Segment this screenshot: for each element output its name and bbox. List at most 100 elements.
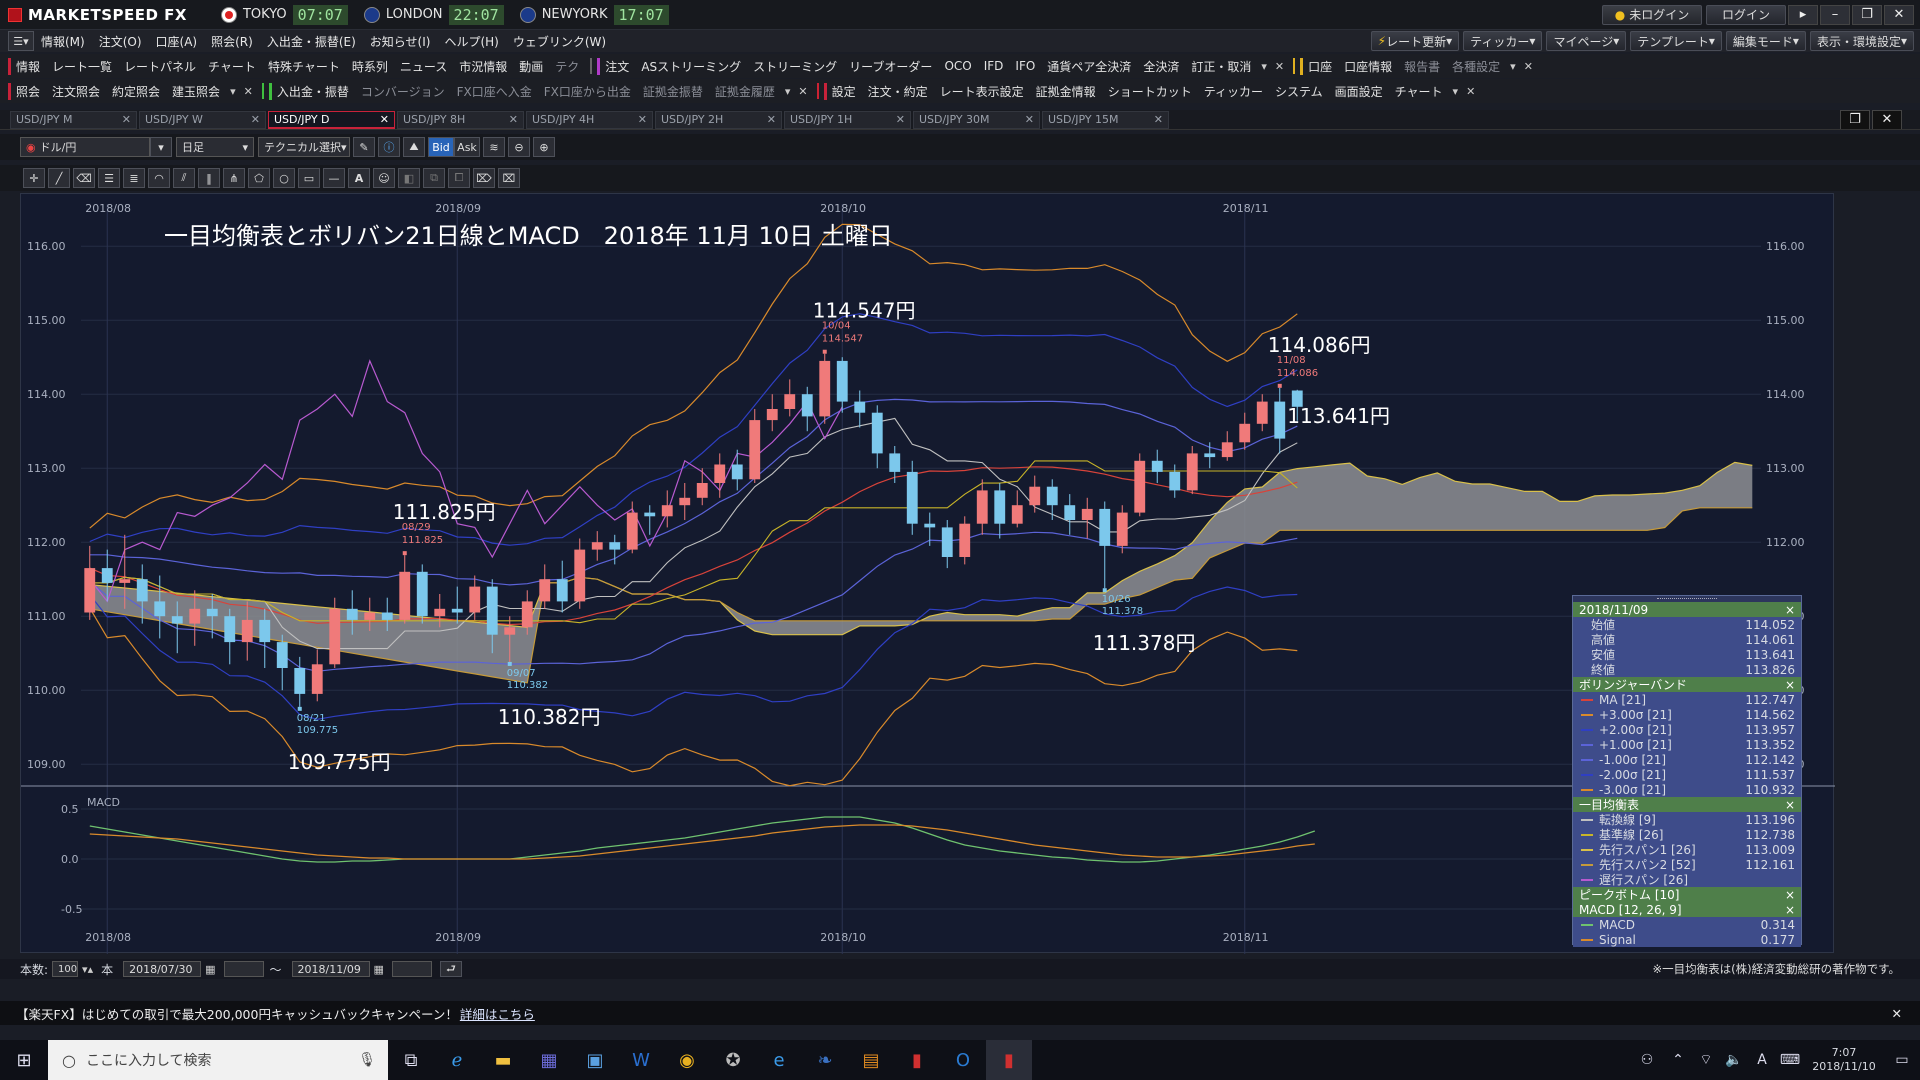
feather-icon[interactable]: ❧ <box>802 1040 848 1080</box>
chrome-icon[interactable]: ◉ <box>664 1040 710 1080</box>
ime-indicator[interactable]: A <box>1748 1040 1776 1080</box>
right-menu-button[interactable]: ティッカー ▾ <box>1463 31 1543 51</box>
toolbar-item[interactable]: 注文照会 <box>46 83 106 100</box>
crosshair-icon[interactable]: ✛ <box>23 168 45 188</box>
menu-item[interactable]: 情報(M) <box>34 33 92 50</box>
compare-icon[interactable]: ≋ <box>483 137 505 157</box>
close-icon[interactable]: × <box>1785 798 1795 812</box>
to-date-input[interactable]: 2018/11/09 <box>291 961 370 977</box>
close-tab-icon[interactable]: ✕ <box>767 113 776 126</box>
period-select[interactable]: 日足 ▾ <box>176 137 254 157</box>
toolbar-item[interactable]: 照会 <box>8 82 46 100</box>
menu-item[interactable]: 口座(A) <box>149 33 205 50</box>
tray-chevron-icon[interactable]: ⌃ <box>1664 1040 1692 1080</box>
indicator-info-panel[interactable]: 2018/11/09 × 始値 114.052 高値 114.061 安値 113.641 終… <box>1572 595 1802 947</box>
tab-usd-jpy-2h[interactable]: USD/JPY 2H ✕ <box>655 110 782 129</box>
toolbar-item[interactable]: 特殊チャート <box>262 58 346 75</box>
close-icon[interactable]: × <box>1785 903 1795 917</box>
volume-icon[interactable]: 🔈 <box>1720 1040 1748 1080</box>
stamp-icon[interactable]: ☺ <box>373 168 395 188</box>
right-menu-button[interactable]: マイページ ▾ <box>1546 31 1627 51</box>
orange-app-icon[interactable]: ▤ <box>848 1040 894 1080</box>
toolbar-item[interactable]: 口座 <box>1300 57 1338 75</box>
toolbar-item[interactable]: 証拠金振替 <box>637 83 709 100</box>
close-tab-icon[interactable]: ✕ <box>1025 113 1034 126</box>
toolbar-item[interactable]: FX口座から出金 <box>538 83 637 100</box>
edge-icon[interactable]: e <box>756 1040 802 1080</box>
toolbar-item[interactable]: IFD <box>978 59 1010 73</box>
toolbar-item[interactable]: ショートカット <box>1102 83 1198 100</box>
marketspeed-icon[interactable]: ▮ <box>894 1040 940 1080</box>
login-button[interactable]: ログイン <box>1706 4 1786 25</box>
toolbar-item[interactable]: 約定照会 <box>106 83 166 100</box>
eraser-icon[interactable]: ⌫ <box>73 168 95 188</box>
close-banner-icon[interactable]: ✕ <box>1892 1006 1902 1021</box>
from-date-input[interactable]: 2018/07/30 <box>123 961 202 977</box>
restore-chart-icon[interactable]: ❐ <box>1840 110 1870 129</box>
minimize-icon[interactable]: – <box>1820 4 1850 25</box>
menu-item[interactable]: お知らせ(I) <box>363 33 438 50</box>
menu-item[interactable]: 注文(O) <box>92 33 149 50</box>
right-menu-button[interactable]: 表示・環境設定 ▾ <box>1809 31 1914 51</box>
toolbar-item[interactable]: ストリーミング <box>747 58 843 75</box>
dropdown-icon[interactable]: ▾ <box>1449 85 1463 98</box>
taskbar-clock[interactable]: 7:07 2018/11/10 <box>1804 1046 1884 1074</box>
copy-icon[interactable]: ⧉ <box>423 168 445 188</box>
paste-icon[interactable]: ⧠ <box>448 168 470 188</box>
toolbar-item[interactable]: レート一覧 <box>46 58 118 75</box>
price-chart[interactable]: 116.00 116.00 115.00 115.00 114.00 114.00 113.… <box>20 193 1835 954</box>
input-icon[interactable]: ⌨ <box>1776 1040 1804 1080</box>
right-menu-button[interactable]: 編集モード ▾ <box>1725 31 1806 51</box>
mountain-chart-icon[interactable]: ⛰ <box>403 137 425 157</box>
delete-all-icon[interactable]: ⌧ <box>498 168 520 188</box>
toolbar-item[interactable]: 入出金・振替 <box>268 82 355 100</box>
toolbar-item[interactable]: OCO <box>938 59 977 73</box>
toolbar-item[interactable]: 設定 <box>823 82 862 100</box>
zoom-out-icon[interactable]: ⊖ <box>508 137 530 157</box>
menu-item[interactable]: ヘルプ(H) <box>437 33 505 50</box>
toolbar-item[interactable]: 各種設定 <box>1446 58 1506 75</box>
people-icon[interactable]: ⚇ <box>1630 1040 1664 1080</box>
fibonacci-arc-icon[interactable]: ◠ <box>148 168 170 188</box>
notification-icon[interactable]: ▭ <box>1884 1040 1920 1080</box>
app-menu-icon[interactable]: ☰▾ <box>8 31 34 51</box>
toolbar-item[interactable]: テク <box>549 58 585 75</box>
right-menu-button[interactable]: テンプレート ▾ <box>1630 31 1722 51</box>
explorer-icon[interactable]: ▬ <box>480 1040 526 1080</box>
rectangle-icon[interactable]: ▭ <box>298 168 320 188</box>
banner-link[interactable]: 詳細はこちら <box>460 1004 535 1023</box>
toolbar-item[interactable]: 市況情報 <box>453 58 513 75</box>
bar-count-input[interactable]: 100 <box>52 961 79 977</box>
toolbar-item[interactable]: チャート <box>1389 83 1449 100</box>
toolbar-item[interactable]: 証拠金履歴 <box>709 83 781 100</box>
close-tab-icon[interactable]: ✕ <box>638 113 647 126</box>
technical-select[interactable]: テクニカル選択 ▾ <box>258 137 350 157</box>
dropdown-icon[interactable]: ▾ <box>1257 60 1271 73</box>
toolbar-item[interactable]: 全決済 <box>1137 58 1185 75</box>
dropdown-icon[interactable]: ▾ <box>781 85 795 98</box>
close-group-icon[interactable]: ✕ <box>794 85 811 98</box>
dropdown-icon[interactable]: ▾ <box>226 85 240 98</box>
trendline-icon[interactable]: ╱ <box>48 168 70 188</box>
close-tab-icon[interactable]: ✕ <box>1154 113 1163 126</box>
toolbar-item[interactable]: リーブオーダー <box>843 58 938 75</box>
toolbar-item[interactable]: ティッカー <box>1198 83 1269 100</box>
tab-usd-jpy-15m[interactable]: USD/JPY 15M ✕ <box>1042 110 1169 129</box>
toolbar-item[interactable]: 報告書 <box>1398 58 1446 75</box>
horizontal-lines-icon[interactable]: ☰ <box>98 168 120 188</box>
fan-icon[interactable]: ⫽ <box>173 168 195 188</box>
toolbar-item[interactable]: 口座情報 <box>1338 58 1398 75</box>
toolbar-item[interactable]: 建玉照会 <box>166 83 226 100</box>
toolbar-item[interactable]: レート表示設定 <box>934 83 1030 100</box>
info-icon[interactable]: ⓘ <box>378 137 400 157</box>
close-icon[interactable]: × <box>1785 678 1795 692</box>
toolbar-item[interactable]: 注文 <box>597 57 635 75</box>
ie-icon[interactable]: ℯ <box>434 1040 480 1080</box>
vertical-lines-icon[interactable]: ‖ <box>198 168 220 188</box>
toolbar-item[interactable]: 情報 <box>8 57 46 75</box>
right-menu-button[interactable]: ⚡ レート更新 ▾ <box>1370 31 1460 51</box>
calendar-icon[interactable]: ▦ <box>370 963 388 976</box>
toolbar-item[interactable]: 証拠金情報 <box>1030 83 1102 100</box>
tab-usd-jpy-4h[interactable]: USD/JPY 4H ✕ <box>526 110 653 129</box>
network-icon[interactable]: ⌔ <box>1692 1040 1720 1080</box>
